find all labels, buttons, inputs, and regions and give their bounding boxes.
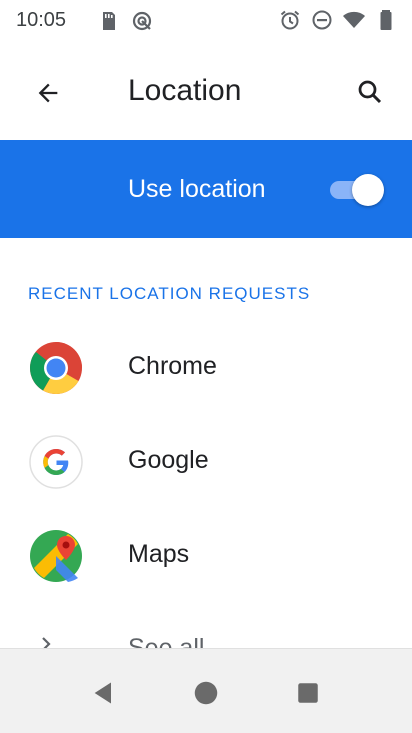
page-title: Location	[128, 74, 242, 107]
app-label: Maps	[128, 540, 190, 568]
use-location-switch-bar[interactable]: Use location	[0, 140, 412, 238]
list-item-chrome[interactable]: Chrome	[0, 322, 412, 416]
status-left-icons	[96, 9, 154, 33]
arrow-back-icon	[38, 83, 58, 103]
app-label: Google	[128, 446, 209, 474]
google-icon	[29, 435, 83, 489]
app-bar: Location	[0, 44, 412, 138]
sd-card-icon	[103, 12, 115, 30]
toggle-thumb	[352, 174, 384, 206]
back-button[interactable]	[22, 67, 74, 119]
nav-recents-button[interactable]	[290, 675, 326, 711]
nav-back-button[interactable]	[86, 675, 122, 711]
list-item-google[interactable]: Google	[0, 416, 412, 510]
alarm-icon	[280, 10, 300, 30]
status-time: 10:05	[16, 9, 67, 31]
see-all-item[interactable]: See all	[0, 610, 412, 650]
status-right-icons	[278, 8, 398, 32]
nav-recents-icon	[298, 683, 318, 703]
maps-icon	[30, 530, 82, 582]
battery-icon	[380, 10, 392, 30]
nav-back-icon	[94, 682, 111, 704]
do-not-disturb-icon	[312, 10, 332, 30]
status-bar: 10:05	[0, 0, 412, 44]
navigation-bar	[0, 648, 412, 733]
nav-home-icon	[194, 681, 218, 705]
list-item-maps[interactable]: Maps	[0, 510, 412, 604]
nav-home-button[interactable]	[188, 675, 224, 711]
use-location-toggle[interactable]	[326, 171, 384, 207]
signal-settings-icon	[132, 11, 152, 31]
recent-location-requests-header: RECENT LOCATION REQUESTS	[28, 284, 311, 303]
search-icon	[358, 80, 382, 104]
chrome-icon	[30, 342, 82, 394]
use-location-label: Use location	[128, 175, 266, 203]
search-button[interactable]	[344, 66, 396, 118]
wifi-icon	[343, 11, 365, 28]
app-label: Chrome	[128, 352, 217, 380]
